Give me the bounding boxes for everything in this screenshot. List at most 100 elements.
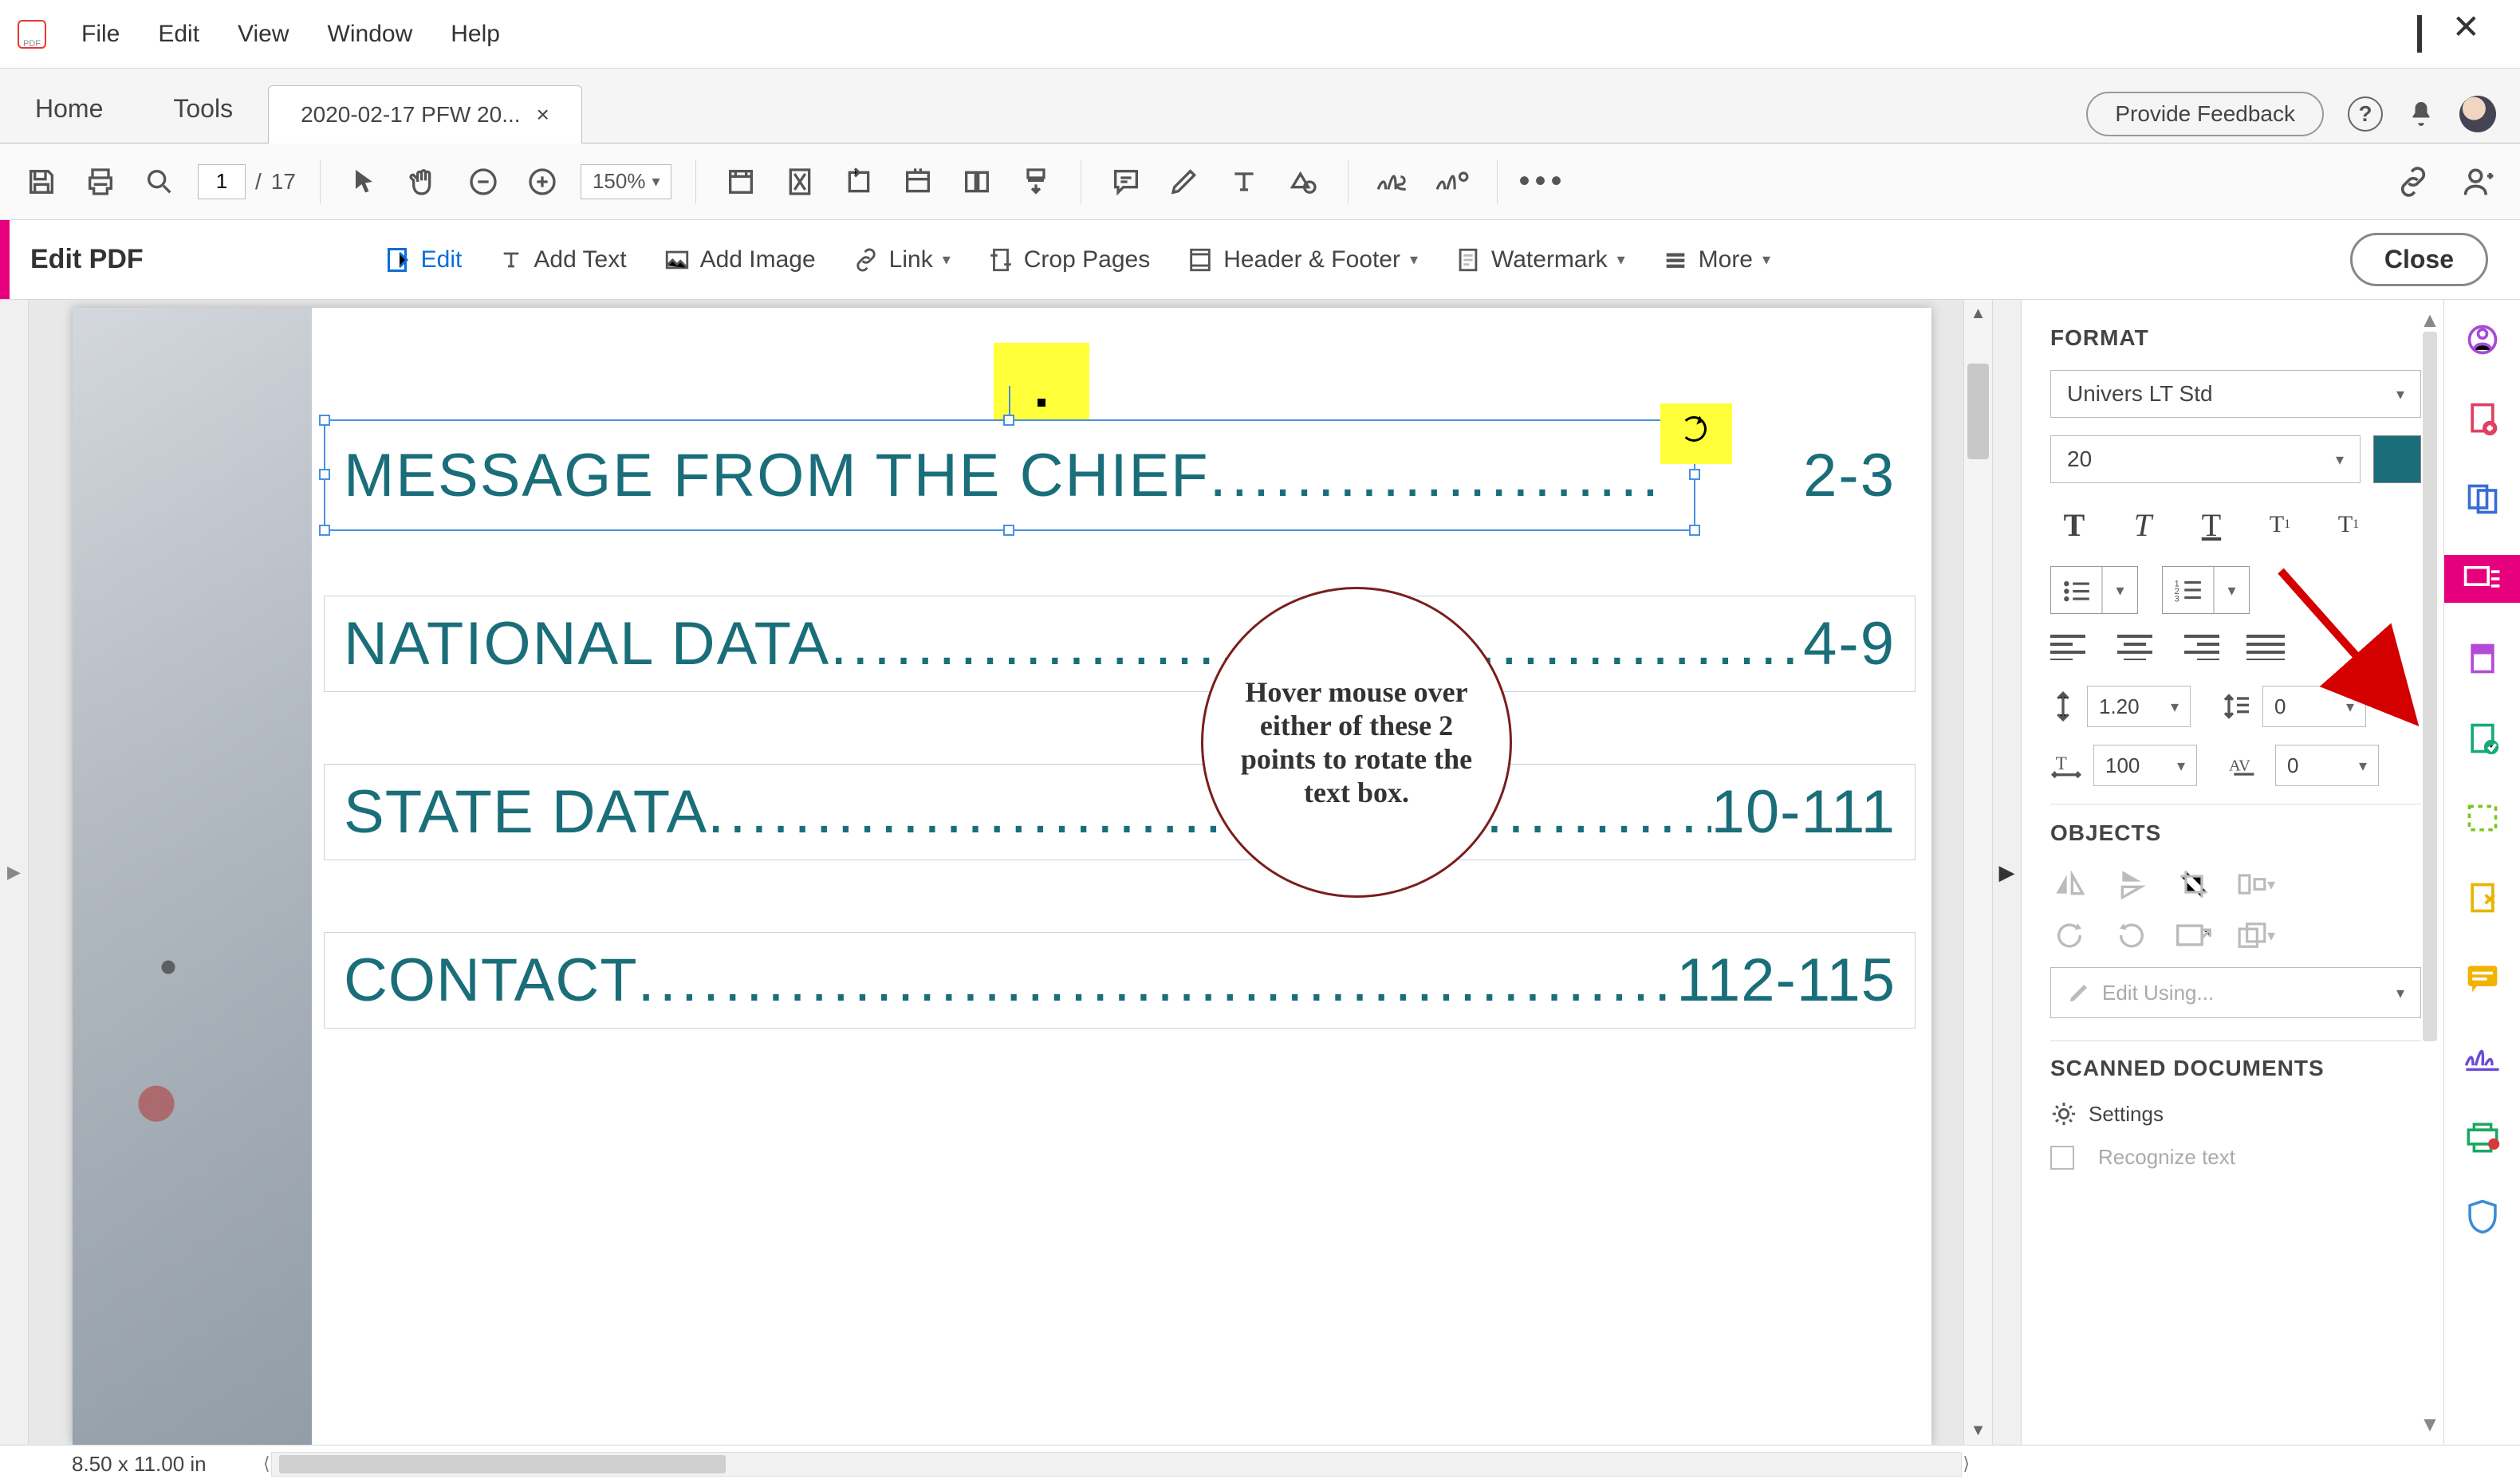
left-panel-toggle[interactable]: ▶: [0, 300, 29, 1445]
crop-object-button[interactable]: [2175, 865, 2213, 903]
resize-handle-w[interactable]: [319, 469, 330, 480]
sign-initials-icon[interactable]: [1372, 161, 1414, 203]
subscript-button[interactable]: T1: [2325, 501, 2372, 549]
share-user-icon[interactable]: [2458, 161, 2499, 203]
flip-vertical-button[interactable]: [2112, 865, 2151, 903]
window-close-icon[interactable]: ✕: [2452, 18, 2480, 51]
right-panel-toggle[interactable]: ▶: [1992, 300, 2021, 1445]
align-center-button[interactable]: [2116, 631, 2157, 663]
resize-handle-n[interactable]: [1003, 415, 1014, 426]
rotate-icon[interactable]: [1681, 416, 1707, 442]
italic-button[interactable]: T: [2119, 501, 2167, 549]
fit-page-icon[interactable]: [779, 161, 821, 203]
zoom-in-icon[interactable]: [522, 161, 563, 203]
rail-shield-icon[interactable]: [2459, 1193, 2506, 1241]
rotate-cw-button[interactable]: [2112, 916, 2151, 954]
document-tab[interactable]: 2020-02-17 PFW 20... ×: [268, 85, 582, 144]
flip-horizontal-button[interactable]: [2050, 865, 2089, 903]
rail-fill-sign-icon[interactable]: [2459, 1033, 2506, 1081]
selected-text-box[interactable]: [324, 419, 1695, 531]
provide-feedback-button[interactable]: Provide Feedback: [2086, 92, 2324, 136]
resize-handle-e[interactable]: [1689, 469, 1700, 480]
resize-handle-nw[interactable]: [319, 415, 330, 426]
resize-handle-se[interactable]: [1689, 525, 1700, 536]
text-color-swatch[interactable]: [2373, 435, 2421, 483]
comment-icon[interactable]: [1105, 161, 1147, 203]
scanned-settings-button[interactable]: Settings: [2050, 1100, 2421, 1127]
text-tool-icon[interactable]: [1223, 161, 1265, 203]
line-spacing-control[interactable]: 1.20▾: [2050, 686, 2191, 727]
menu-view[interactable]: View: [238, 21, 289, 48]
rotate-ccw-button[interactable]: [2050, 916, 2089, 954]
document-tab-close-icon[interactable]: ×: [537, 102, 549, 128]
print-icon[interactable]: [80, 161, 121, 203]
rail-comment-icon[interactable]: [2459, 954, 2506, 1001]
bold-button[interactable]: T: [2050, 501, 2098, 549]
header-footer-tool[interactable]: Header & Footer ▾: [1187, 246, 1418, 273]
resize-handle-sw[interactable]: [319, 525, 330, 536]
underline-button[interactable]: T: [2187, 501, 2235, 549]
align-objects-button[interactable]: ▾: [2237, 865, 2275, 903]
hscroll-left-icon[interactable]: ⟨: [263, 1453, 270, 1474]
selection-arrow-icon[interactable]: [345, 161, 386, 203]
scroll-mode-icon[interactable]: [1015, 161, 1057, 203]
bullet-list-button[interactable]: ▾: [2050, 566, 2138, 614]
menu-help[interactable]: Help: [451, 21, 500, 48]
rail-export-pdf-icon[interactable]: [2459, 395, 2506, 443]
toc-row-3[interactable]: STATE DATA .............................…: [324, 764, 1916, 860]
font-family-select[interactable]: Univers LT Std ▾: [2050, 370, 2421, 418]
align-left-button[interactable]: [2050, 631, 2092, 663]
attachment-link-icon[interactable]: [2392, 161, 2434, 203]
menu-window[interactable]: Window: [328, 21, 413, 48]
recognize-text-checkbox[interactable]: Recognize text: [2050, 1145, 2421, 1170]
watermark-tool[interactable]: Watermark ▾: [1455, 246, 1625, 273]
rail-protect-icon[interactable]: [2459, 874, 2506, 922]
resize-handle-s[interactable]: [1003, 525, 1014, 536]
shapes-tool-icon[interactable]: [1282, 161, 1324, 203]
zoom-select[interactable]: 150% ▾: [581, 164, 672, 199]
document-area[interactable]: MESSAGE FROM THE CHIEF .................…: [29, 300, 1963, 1445]
sign-signature-icon[interactable]: [1431, 161, 1473, 203]
rail-edit-pdf-icon[interactable]: [2444, 555, 2520, 603]
add-text-tool[interactable]: Add Text: [498, 246, 626, 273]
notifications-icon[interactable]: [2407, 100, 2435, 128]
highlight-pen-icon[interactable]: [1164, 161, 1206, 203]
more-tools-icon[interactable]: •••: [1522, 161, 1563, 203]
rail-redact-icon[interactable]: [2459, 794, 2506, 842]
font-size-select[interactable]: 20 ▾: [2050, 435, 2361, 483]
zoom-out-icon[interactable]: [463, 161, 504, 203]
read-mode-icon[interactable]: [956, 161, 998, 203]
fit-width-icon[interactable]: [720, 161, 762, 203]
page-display-icon[interactable]: [897, 161, 939, 203]
rail-print-production-icon[interactable]: [2459, 1113, 2506, 1161]
format-panel-scrollbar[interactable]: ▲ ▼: [2420, 308, 2440, 1437]
edit-tool[interactable]: Edit: [383, 246, 463, 274]
menu-edit[interactable]: Edit: [158, 21, 199, 48]
help-icon[interactable]: ?: [2348, 96, 2383, 132]
save-icon[interactable]: [21, 161, 62, 203]
nav-tab-tools[interactable]: Tools: [138, 75, 268, 143]
rail-combine-icon[interactable]: [2459, 475, 2506, 523]
superscript-button[interactable]: T1: [2256, 501, 2304, 549]
horizontal-scale-control[interactable]: T 100▾: [2050, 745, 2197, 786]
crop-pages-tool[interactable]: Crop Pages: [987, 246, 1150, 273]
align-right-button[interactable]: [2181, 631, 2223, 663]
rail-organize-icon[interactable]: [2459, 635, 2506, 682]
add-image-tool[interactable]: Add Image: [663, 246, 816, 273]
scroll-up-icon[interactable]: ▲: [1964, 305, 1992, 323]
rotate-view-icon[interactable]: [838, 161, 880, 203]
menu-file[interactable]: File: [81, 21, 120, 48]
toc-row-2[interactable]: NATIONAL DATA ..........................…: [324, 596, 1916, 692]
rail-create-pdf-icon[interactable]: [2459, 316, 2506, 364]
horizontal-scrollbar-thumb[interactable]: [279, 1455, 726, 1473]
toc-row-4[interactable]: CONTACT ................................…: [324, 932, 1916, 1029]
scroll-down-icon[interactable]: ▼: [1964, 1422, 1992, 1440]
arrange-button[interactable]: ▾: [2237, 916, 2275, 954]
edit-using-button[interactable]: Edit Using... ▾: [2050, 967, 2421, 1018]
user-avatar[interactable]: [2459, 96, 2496, 132]
scrollbar-thumb[interactable]: [1967, 364, 1989, 459]
zoom-icon[interactable]: [139, 161, 180, 203]
rail-compress-icon[interactable]: [2459, 714, 2506, 762]
nav-tab-home[interactable]: Home: [0, 75, 138, 143]
pan-hand-icon[interactable]: [404, 161, 445, 203]
